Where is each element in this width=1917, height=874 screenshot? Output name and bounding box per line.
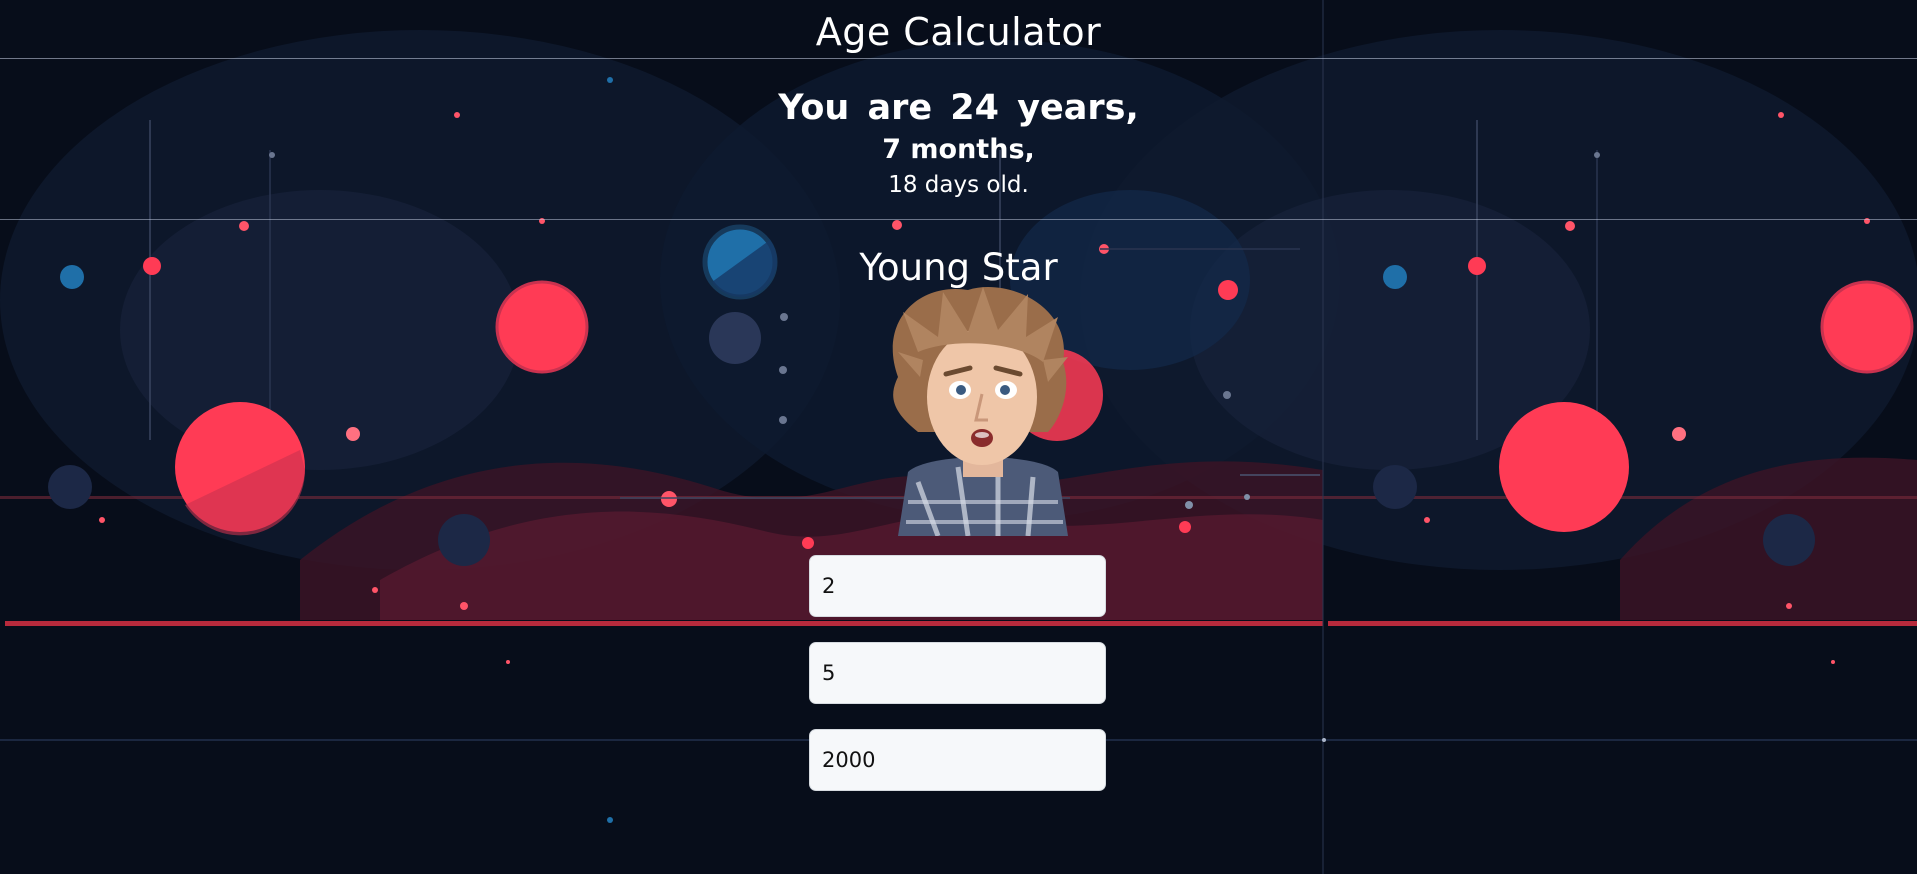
age-days-text: 18 days old.	[888, 172, 1029, 198]
app-header: Age Calculator	[0, 0, 1917, 59]
age-months-text: 7 months,	[882, 134, 1035, 165]
year-input[interactable]	[809, 729, 1106, 791]
app-title: Age Calculator	[815, 10, 1102, 54]
age-years-text: You are 24 years,	[778, 88, 1139, 128]
age-result: You are 24 years, 7 months, 18 days old.	[0, 84, 1917, 202]
day-input[interactable]	[809, 555, 1106, 617]
month-input[interactable]	[809, 642, 1106, 704]
avatar-image	[892, 286, 1068, 536]
section-divider	[0, 219, 1917, 220]
